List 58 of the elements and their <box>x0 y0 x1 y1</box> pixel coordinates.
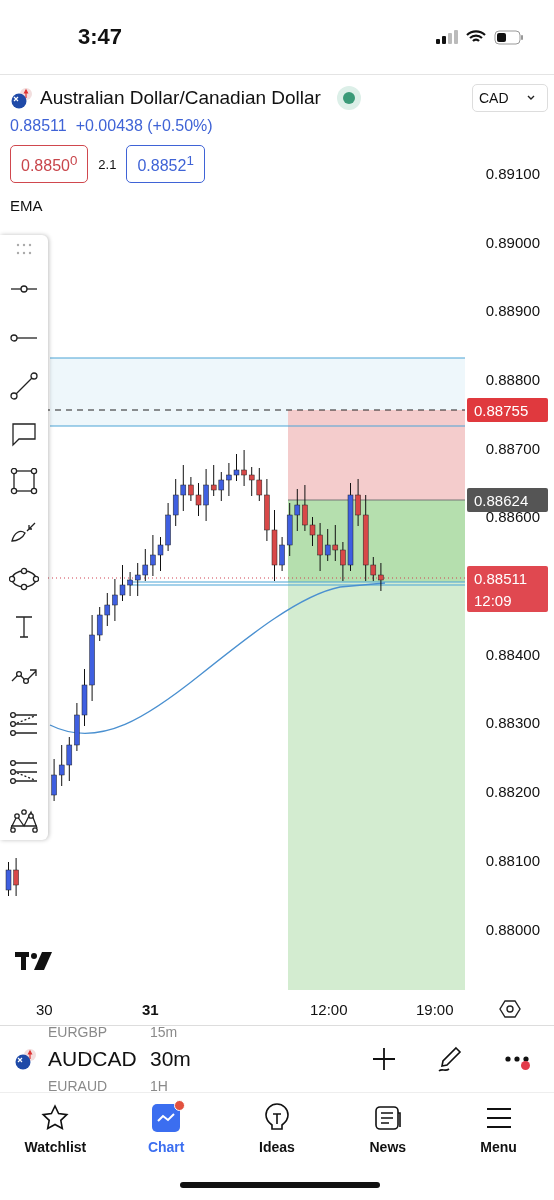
price-label: 0.88000 <box>485 921 540 938</box>
time-label: 30 <box>36 1001 53 1018</box>
battery-icon <box>494 29 524 45</box>
lightbulb-icon <box>263 1103 291 1133</box>
more-icon[interactable] <box>504 1055 530 1063</box>
menu-icon <box>484 1106 513 1130</box>
buy-button[interactable]: 0.8852$^{1}$ <box>126 145 205 184</box>
time-label: 19:00 <box>416 1001 454 1018</box>
nav-tab[interactable]: News <box>342 1103 433 1155</box>
price-change: +0.00438 (+0.50%) <box>75 117 213 135</box>
wifi-icon <box>466 30 486 44</box>
signal-icon <box>436 30 458 44</box>
last-price: 0.88511 <box>10 117 67 135</box>
settings-icon[interactable] <box>499 999 521 1019</box>
instrument-title: Australian Dollar/Canadian Dollar <box>40 87 321 109</box>
symbol-name[interactable]: EURAUD <box>48 1078 140 1092</box>
price-label: 0.88400 <box>485 646 540 663</box>
currency-select[interactable]: CAD <box>472 84 548 112</box>
price-label: 0.89100 <box>485 165 540 182</box>
spread-value: 2.1 <box>98 156 117 172</box>
sell-button[interactable]: 0.8850$^{0}$ <box>10 145 89 184</box>
fib1-tool-icon[interactable] <box>9 709 39 738</box>
rect-tool-icon[interactable] <box>9 468 39 497</box>
clock-time: 3:47 <box>78 24 123 50</box>
nav-tab[interactable]: Menu <box>453 1103 544 1155</box>
star-icon <box>41 1104 70 1132</box>
interval-label[interactable]: 30m <box>150 1047 191 1071</box>
time-label: 12:00 <box>310 1001 348 1018</box>
price-label: 0.88900 <box>485 302 540 319</box>
price-label: 0.88700 <box>485 440 540 457</box>
chart-icon <box>152 1104 181 1132</box>
price-tag: 0.88624 <box>467 488 548 512</box>
price-label: 0.88800 <box>485 371 540 388</box>
symbol-name[interactable]: AUDCAD <box>48 1047 140 1071</box>
interval-label[interactable]: 15m <box>150 1026 178 1040</box>
chart-logo-icon <box>15 952 52 970</box>
nav-tab[interactable]: Watchlist <box>10 1103 101 1155</box>
price-label: 0.89000 <box>485 234 540 251</box>
time-label: 31 <box>142 1001 159 1018</box>
drag-handle-icon[interactable] <box>16 243 32 255</box>
pattern-tool-icon[interactable] <box>9 806 39 834</box>
pen-icon[interactable] <box>436 1045 464 1073</box>
newspaper-icon <box>373 1104 402 1132</box>
indicator-label[interactable]: EMA <box>10 197 43 215</box>
price-label: 0.88300 <box>485 714 540 731</box>
price-label: 0.88100 <box>485 852 540 869</box>
plus-icon[interactable] <box>372 1047 396 1071</box>
fib2-tool-icon[interactable] <box>9 757 39 786</box>
price-tag: 0.88511 12:09 <box>467 566 548 612</box>
chevron-icon <box>526 95 535 101</box>
callout-tool-icon[interactable] <box>9 420 39 448</box>
price-label: 0.88200 <box>485 783 540 800</box>
flag-icon <box>10 87 34 109</box>
nav-tab[interactable]: Ideas <box>232 1103 322 1155</box>
nav-tab[interactable]: Chart <box>121 1103 212 1155</box>
price-tag: 0.88755 <box>467 398 548 422</box>
flag-icon <box>14 1048 38 1070</box>
trend-tool-icon[interactable] <box>9 371 39 400</box>
